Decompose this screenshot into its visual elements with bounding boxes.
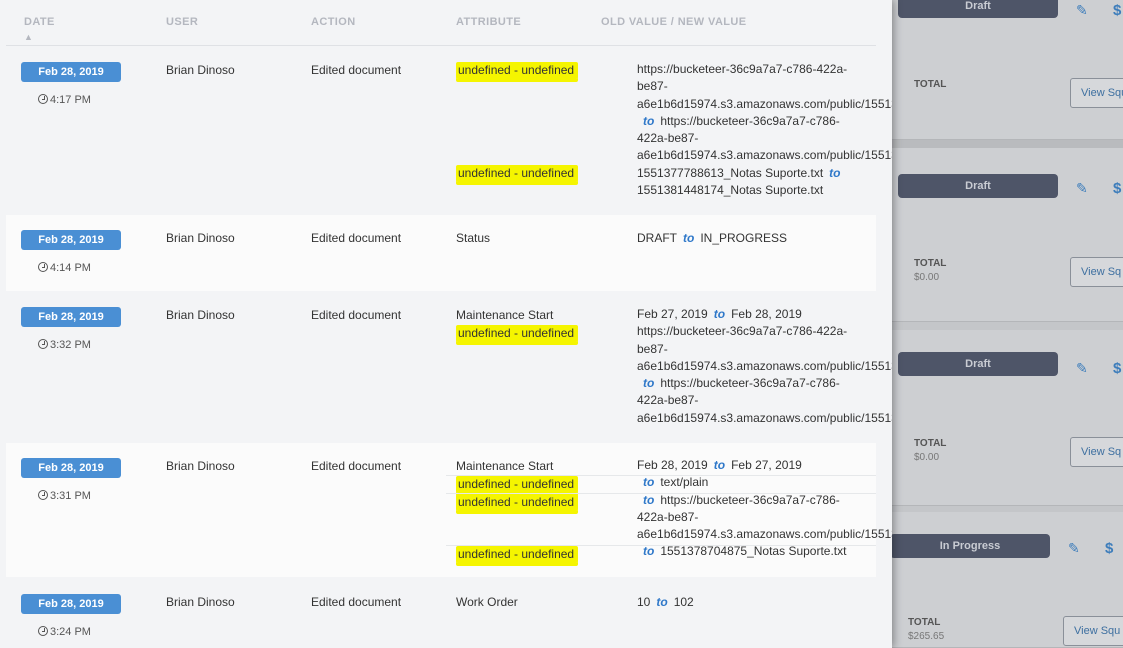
- pencil-icon[interactable]: ✎: [1076, 360, 1088, 377]
- attribute-name: undefined - undefined: [456, 165, 579, 182]
- action-text: Edited document: [311, 595, 402, 609]
- clock-icon: [38, 626, 48, 636]
- clock-icon: [38, 94, 48, 104]
- value-change: DRAFT to IN_PROGRESS: [637, 231, 788, 245]
- time-label: 3:31 PM: [38, 489, 91, 502]
- date-badge: Feb 28, 2019: [21, 458, 121, 478]
- total-amount: $0.00: [914, 452, 940, 463]
- user-name: Brian Dinoso: [166, 459, 235, 473]
- action-text: Edited document: [311, 308, 402, 322]
- dollar-icon[interactable]: $: [1105, 540, 1113, 557]
- column-user: USER: [166, 16, 199, 28]
- table-row: Feb 28, 2019 4:17 PM Brian Dinoso Edited…: [6, 46, 892, 214]
- attribute-name: undefined - undefined: [456, 476, 579, 493]
- attribute-name: undefined - undefined: [456, 546, 579, 563]
- user-name: Brian Dinoso: [166, 231, 235, 245]
- background-card: In Progress ✎ $ TOTAL $265.65 View Squ: [890, 512, 1123, 648]
- background-card: Draft ✎ $ TOTAL View Squ: [892, 0, 1123, 140]
- user-name: Brian Dinoso: [166, 308, 235, 322]
- column-values: OLD VALUE / NEW VALUE: [601, 16, 747, 28]
- status-badge: Draft: [898, 0, 1058, 18]
- total-amount: $0.00: [914, 272, 940, 283]
- value-change: Feb 28, 2019 to Feb 27, 2019 to text/plain …: [637, 458, 892, 559]
- table-header: ▲ DATE USER ACTION ATTRIBUTE OLD VALUE /…: [0, 0, 892, 46]
- background-card: Draft ✎ $ TOTAL $0.00 View Sq: [892, 140, 1123, 322]
- total-amount: $265.65: [908, 631, 945, 642]
- attribute-name: Status: [456, 231, 491, 245]
- view-button[interactable]: View Squ: [1063, 616, 1123, 646]
- table-row: Feb 28, 2019 3:32 PM Brian Dinoso Edited…: [6, 292, 892, 442]
- clock-icon: [38, 490, 48, 500]
- column-action: ACTION: [311, 16, 356, 28]
- column-date[interactable]: ▲ DATE: [24, 16, 55, 42]
- time-label: 3:32 PM: [38, 338, 91, 351]
- status-badge: In Progress: [890, 534, 1050, 558]
- date-badge: Feb 28, 2019: [21, 62, 121, 82]
- total-label: TOTAL: [914, 258, 947, 269]
- attribute-name: Maintenance Start: [456, 459, 554, 473]
- dollar-icon[interactable]: $: [1113, 360, 1121, 377]
- attribute-name: Maintenance Start: [456, 308, 554, 322]
- sort-up-icon: ▲: [24, 32, 34, 42]
- value-change: Feb 27, 2019 to Feb 28, 2019 https://bucke…: [637, 307, 892, 425]
- value-change: https://bucketeer-36c9a7a7-c786-422a- be…: [637, 62, 892, 198]
- pencil-icon[interactable]: ✎: [1076, 180, 1088, 197]
- pencil-icon[interactable]: ✎: [1076, 2, 1088, 19]
- date-badge: Feb 28, 2019: [21, 307, 121, 327]
- table-row: Feb 28, 2019 4:14 PM Brian Dinoso Edited…: [6, 215, 876, 291]
- view-button[interactable]: View Sq: [1070, 437, 1123, 467]
- table-row: Feb 28, 2019 3:31 PM Brian Dinoso Edited…: [6, 443, 892, 577]
- attribute-name: undefined - undefined: [456, 62, 579, 79]
- column-attribute: ATTRIBUTE: [456, 16, 522, 28]
- view-button[interactable]: View Squ: [1070, 78, 1123, 108]
- status-badge: Draft: [898, 174, 1058, 198]
- time-label: 3:24 PM: [38, 625, 91, 638]
- time-label: 4:17 PM: [38, 93, 91, 106]
- clock-icon: [38, 262, 48, 272]
- action-text: Edited document: [311, 231, 402, 245]
- total-label: TOTAL: [914, 79, 947, 90]
- date-badge: Feb 28, 2019: [21, 230, 121, 250]
- user-name: Brian Dinoso: [166, 595, 235, 609]
- attribute-name: undefined - undefined: [456, 494, 579, 511]
- view-button[interactable]: View Sq: [1070, 257, 1123, 287]
- action-text: Edited document: [311, 459, 402, 473]
- attribute-name: Work Order: [456, 595, 518, 609]
- attribute-name: undefined - undefined: [456, 325, 579, 342]
- dollar-icon[interactable]: $: [1113, 180, 1121, 197]
- total-label: TOTAL: [914, 438, 947, 449]
- table-row: Feb 28, 2019 3:24 PM Brian Dinoso Edited…: [6, 578, 876, 648]
- status-badge: Draft: [898, 352, 1058, 376]
- background-card: Draft ✎ $ TOTAL $0.00 View Sq: [892, 330, 1123, 506]
- action-text: Edited document: [311, 63, 402, 77]
- time-label: 4:14 PM: [38, 261, 91, 274]
- date-badge: Feb 28, 2019: [21, 594, 121, 614]
- user-name: Brian Dinoso: [166, 63, 235, 77]
- clock-icon: [38, 339, 48, 349]
- history-panel: ▲ DATE USER ACTION ATTRIBUTE OLD VALUE /…: [0, 0, 892, 648]
- dollar-icon[interactable]: $: [1113, 2, 1121, 19]
- total-label: TOTAL: [908, 617, 941, 628]
- pencil-icon[interactable]: ✎: [1068, 540, 1080, 557]
- value-change: 10 to 102: [637, 595, 694, 609]
